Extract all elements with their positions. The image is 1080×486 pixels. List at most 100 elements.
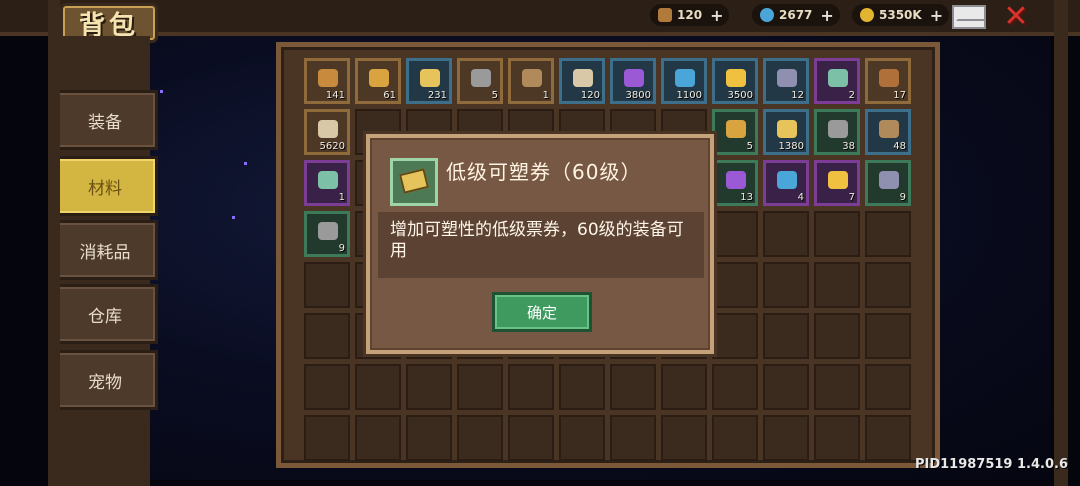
inventory-slot[interactable] — [814, 415, 860, 461]
inventory-slot[interactable]: 48 — [865, 109, 911, 155]
resource-gold-value: 5350K — [879, 8, 922, 22]
add-gem-icon[interactable]: + — [820, 6, 833, 25]
item-icon — [675, 69, 695, 87]
tab-materials-label: 材料 — [88, 178, 122, 199]
tab-materials[interactable]: 材料 — [52, 156, 158, 216]
inventory-slot[interactable] — [865, 313, 911, 359]
item-count: 12 — [791, 90, 804, 101]
item-count: 3800 — [625, 90, 651, 101]
inventory-slot[interactable] — [457, 364, 503, 410]
item-count: 231 — [427, 90, 447, 101]
inventory-slot[interactable] — [661, 415, 707, 461]
tab-pets[interactable]: 宠物 — [52, 350, 158, 410]
inventory-slot[interactable] — [304, 313, 350, 359]
item-icon — [369, 69, 389, 87]
inventory-slot[interactable] — [355, 364, 401, 410]
mail-icon[interactable] — [952, 5, 986, 29]
inventory-slot[interactable] — [712, 415, 758, 461]
inventory-slot[interactable] — [508, 415, 554, 461]
item-icon — [318, 69, 338, 87]
tab-warehouse[interactable]: 仓库 — [52, 284, 158, 344]
inventory-slot[interactable]: 17 — [865, 58, 911, 104]
item-icon — [522, 69, 542, 87]
inventory-slot[interactable] — [763, 211, 809, 257]
inventory-slot[interactable]: 9 — [865, 160, 911, 206]
inventory-slot[interactable]: 9 — [304, 211, 350, 257]
inventory-slot[interactable] — [559, 364, 605, 410]
inventory-slot[interactable]: 231 — [406, 58, 452, 104]
item-count: 1 — [338, 192, 345, 203]
tab-consumables-label: 消耗品 — [79, 242, 131, 263]
inventory-slot[interactable]: 2 — [814, 58, 860, 104]
tab-consumables[interactable]: 消耗品 — [52, 220, 158, 280]
inventory-slot[interactable]: 5 — [457, 58, 503, 104]
confirm-button[interactable]: 确定 — [492, 292, 592, 332]
wood-icon — [658, 8, 672, 22]
inventory-slot[interactable] — [355, 415, 401, 461]
inventory-slot[interactable]: 1 — [508, 58, 554, 104]
inventory-slot[interactable] — [610, 364, 656, 410]
inventory-slot[interactable] — [865, 415, 911, 461]
inventory-slot[interactable]: 120 — [559, 58, 605, 104]
inventory-slot[interactable] — [508, 364, 554, 410]
inventory-slot[interactable] — [814, 262, 860, 308]
resource-wood[interactable]: 120 + — [650, 4, 730, 26]
inventory-slot[interactable] — [712, 364, 758, 410]
player-id-version: PID11987519 1.4.0.6 — [914, 457, 1068, 472]
inventory-slot[interactable]: 3500 — [712, 58, 758, 104]
inventory-slot[interactable] — [304, 415, 350, 461]
inventory-slot[interactable] — [406, 364, 452, 410]
add-gold-icon[interactable]: + — [930, 6, 943, 25]
inventory-slot[interactable]: 38 — [814, 109, 860, 155]
inventory-slot[interactable]: 1100 — [661, 58, 707, 104]
tab-pets-label: 宠物 — [88, 372, 122, 393]
add-wood-icon[interactable]: + — [710, 6, 723, 25]
inventory-slot[interactable] — [304, 364, 350, 410]
item-icon — [828, 120, 848, 138]
inventory-slot[interactable] — [712, 211, 758, 257]
inventory-slot[interactable] — [712, 313, 758, 359]
inventory-slot[interactable]: 12 — [763, 58, 809, 104]
gold-coin-icon — [860, 8, 874, 22]
inventory-slot[interactable] — [763, 364, 809, 410]
item-detail-dialog: 低级可塑券（60级） 增加可塑性的低级票券，60级的装备可用 确定 — [366, 134, 714, 354]
inventory-slot[interactable] — [763, 313, 809, 359]
inventory-slot[interactable] — [406, 415, 452, 461]
inventory-slot[interactable]: 3800 — [610, 58, 656, 104]
item-count: 61 — [383, 90, 396, 101]
dialog-description: 增加可塑性的低级票券，60级的装备可用 — [390, 220, 684, 261]
inventory-slot[interactable] — [763, 262, 809, 308]
inventory-slot[interactable] — [559, 415, 605, 461]
item-icon — [318, 222, 338, 240]
resource-gem[interactable]: 2677 + — [752, 4, 840, 26]
item-count: 1380 — [778, 141, 804, 152]
item-icon — [318, 120, 338, 138]
close-icon[interactable]: ✕ — [1000, 2, 1032, 32]
item-count: 120 — [580, 90, 600, 101]
tab-equipment-label: 装备 — [88, 112, 122, 133]
inventory-slot[interactable] — [814, 211, 860, 257]
inventory-slot[interactable]: 1380 — [763, 109, 809, 155]
resource-gold[interactable]: 5350K + — [852, 4, 950, 26]
inventory-slot[interactable] — [661, 364, 707, 410]
inventory-slot[interactable] — [457, 415, 503, 461]
tab-equipment[interactable]: 装备 — [52, 90, 158, 150]
inventory-slot[interactable] — [304, 262, 350, 308]
inventory-slot[interactable]: 5620 — [304, 109, 350, 155]
inventory-slot[interactable] — [763, 415, 809, 461]
inventory-slot[interactable] — [712, 262, 758, 308]
inventory-slot[interactable] — [865, 211, 911, 257]
inventory-slot[interactable]: 61 — [355, 58, 401, 104]
inventory-slot[interactable]: 1 — [304, 160, 350, 206]
item-icon — [879, 120, 899, 138]
inventory-slot[interactable]: 13 — [712, 160, 758, 206]
inventory-slot[interactable] — [814, 313, 860, 359]
inventory-slot[interactable] — [814, 364, 860, 410]
inventory-slot[interactable]: 7 — [814, 160, 860, 206]
inventory-slot[interactable] — [865, 364, 911, 410]
inventory-slot[interactable]: 5 — [712, 109, 758, 155]
inventory-slot[interactable] — [610, 415, 656, 461]
inventory-slot[interactable]: 4 — [763, 160, 809, 206]
inventory-slot[interactable]: 141 — [304, 58, 350, 104]
inventory-slot[interactable] — [865, 262, 911, 308]
